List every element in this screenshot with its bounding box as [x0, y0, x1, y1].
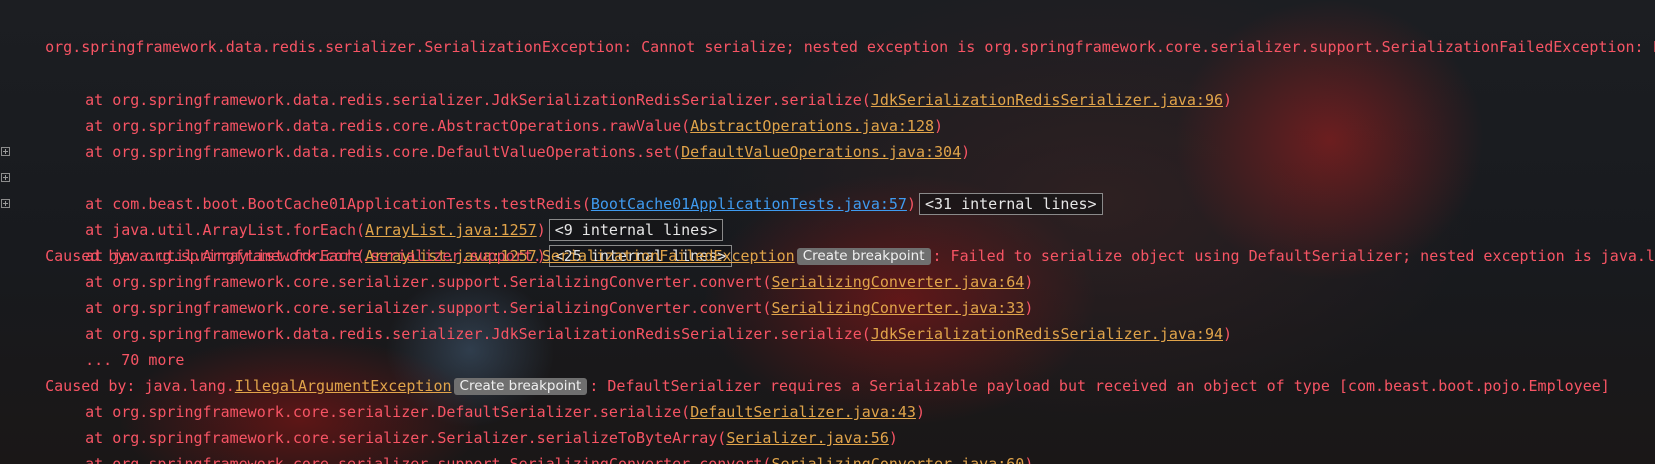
line-text-end: : Failed to serialize object using Defau…: [932, 247, 1655, 265]
source-link[interactable]: SerializingConverter.java:60: [771, 455, 1024, 464]
expand-fold-icon[interactable]: [1, 147, 10, 156]
stack-frame-line: at org.springframework.core.serializer.S…: [0, 399, 898, 447]
run-console-output: org.springframework.data.redis.serialize…: [0, 0, 1655, 464]
line-text-end: ): [915, 403, 925, 421]
line-text-end: ): [1024, 455, 1034, 464]
stack-frame-line: at org.springframework.core.serializer.D…: [0, 373, 925, 421]
internal-lines-fold[interactable]: <31 internal lines>: [918, 193, 1103, 215]
stack-frame-line: at org.springframework.data.redis.serial…: [0, 61, 1232, 109]
expand-fold-icon[interactable]: [1, 173, 10, 182]
stack-frame-line: at java.util.ArrayList.forEach(ArrayList…: [0, 191, 733, 267]
stack-frame-line: at java.util.ArrayList.forEach(ArrayList…: [0, 165, 724, 241]
stack-frame-line: at com.beast.boot.BootCache01Application…: [0, 139, 1103, 215]
line-text-end: ): [906, 195, 916, 213]
stack-frame-line: at org.springframework.core.serializer.s…: [0, 243, 1033, 291]
line-text-end: ): [1223, 325, 1233, 343]
line-text: org.springframework.data.redis.serialize…: [45, 38, 1655, 56]
stack-frame-line: at org.springframework.core.serializer.s…: [0, 425, 1033, 464]
expand-fold-icon[interactable]: [1, 199, 10, 208]
line-text-end: ): [1223, 91, 1233, 109]
line-text: at org.springframework.core.serializer.s…: [85, 455, 772, 464]
more-frames-line: ... 70 more: [0, 321, 184, 369]
stack-frame-line: at org.springframework.core.serializer.s…: [0, 269, 1033, 317]
caused-by-line: Caused by: java.lang.IllegalArgumentExce…: [0, 347, 1610, 395]
caused-by-line: Caused by: org.springframework.core.seri…: [0, 217, 1655, 265]
stack-frame-line: at org.springframework.data.redis.serial…: [0, 295, 1232, 343]
exception-header-line: org.springframework.data.redis.serialize…: [0, 8, 1655, 56]
stack-frame-line: at org.springframework.data.redis.core.A…: [0, 87, 943, 135]
stack-frame-line: at org.springframework.data.redis.core.D…: [0, 113, 970, 161]
source-link[interactable]: JdkSerializationRedisSerializer.java:94: [871, 325, 1223, 343]
